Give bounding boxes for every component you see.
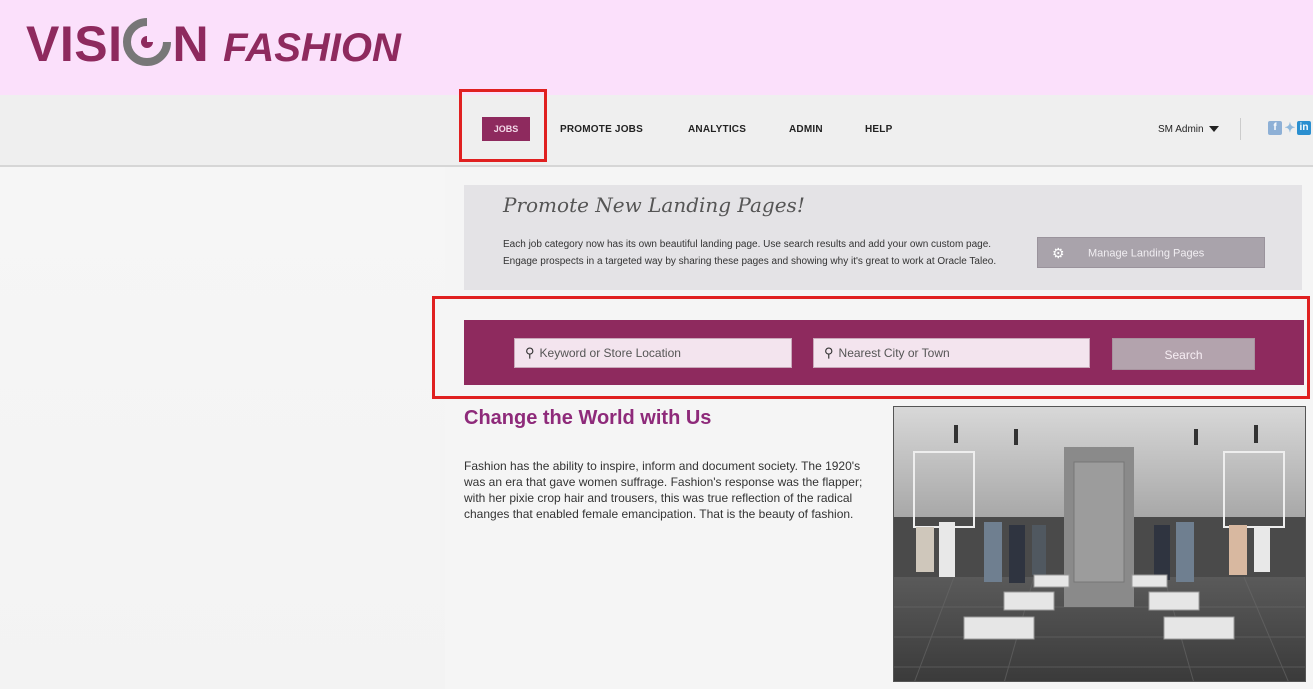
- logo-o-icon: [123, 18, 172, 66]
- left-panel: [0, 167, 445, 689]
- nav-item-help[interactable]: HELP: [865, 124, 892, 135]
- brand-logo[interactable]: VISI N FASHION: [26, 18, 401, 69]
- search-highlight-box: [432, 296, 1310, 399]
- promo-text: Each job category now has its own beauti…: [503, 239, 997, 267]
- top-navbar: [0, 95, 1313, 167]
- nav-item-analytics[interactable]: ANALYTICS: [688, 124, 746, 135]
- promo-title: Promote New Landing Pages!: [503, 193, 805, 217]
- manage-button-label: Manage Landing Pages: [1088, 247, 1205, 260]
- store-interior-image: [893, 406, 1306, 682]
- jobs-highlight-box: [459, 89, 547, 162]
- caret-down-icon: [1208, 126, 1219, 133]
- linkedin-icon[interactable]: in: [1297, 121, 1311, 135]
- user-name: SM Admin: [1158, 124, 1204, 135]
- nav-divider: [1240, 118, 1241, 140]
- logo-word-fashion: FASHION: [223, 26, 401, 70]
- logo-word-part: N: [172, 16, 210, 72]
- article-headline: Change the World with Us: [464, 407, 712, 429]
- manage-landing-pages-button[interactable]: ⚙ Manage Landing Pages: [1037, 237, 1265, 268]
- nav-item-promote-jobs[interactable]: PROMOTE JOBS: [560, 124, 643, 135]
- gear-icon: ⚙: [1052, 245, 1065, 261]
- logo-word-part: VISI: [26, 16, 123, 72]
- facebook-icon[interactable]: f: [1268, 121, 1282, 135]
- nav-item-admin[interactable]: ADMIN: [789, 124, 823, 135]
- user-menu[interactable]: SM Admin: [1158, 124, 1219, 135]
- twitter-icon[interactable]: ✦: [1283, 121, 1297, 135]
- article-body: Fashion has the ability to inspire, info…: [464, 459, 863, 521]
